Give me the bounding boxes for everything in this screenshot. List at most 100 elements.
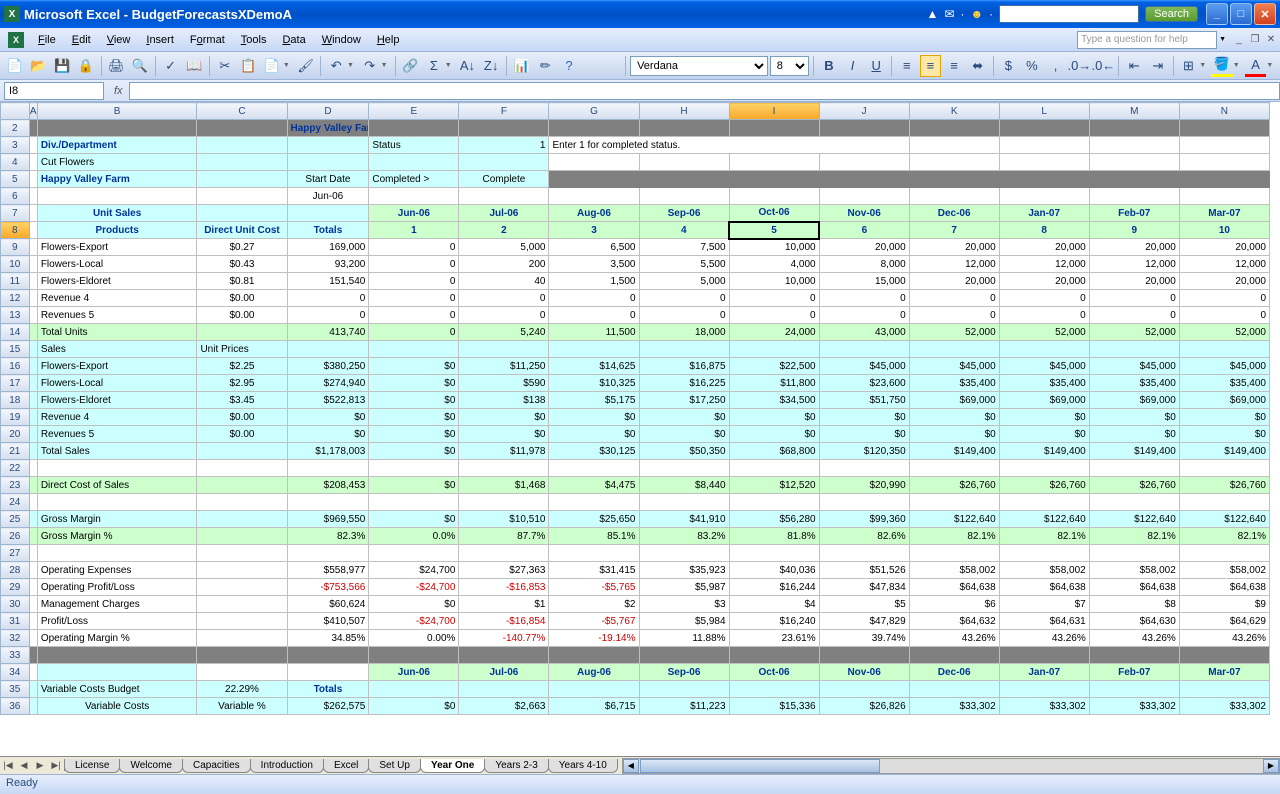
cell-E21[interactable]: $0 [369,443,459,460]
cell-I15[interactable] [729,341,819,358]
cell-E7[interactable]: Jun-06 [369,205,459,222]
help-dropdown-icon[interactable]: ▼ [1219,36,1226,43]
cell-D5[interactable]: Start Date [287,171,369,188]
cell-H17[interactable]: $16,225 [639,375,729,392]
cell-E9[interactable]: 0 [369,239,459,256]
open-icon[interactable]: 📂 [28,55,50,77]
cell-C30[interactable] [197,596,287,613]
cell-G13[interactable]: 0 [549,307,639,324]
menu-view[interactable]: View [99,31,139,49]
cell-H22[interactable] [639,460,729,477]
cell-I19[interactable]: $0 [729,409,819,426]
cell-J30[interactable]: $5 [819,596,909,613]
cell-D25[interactable]: $969,550 [287,511,369,528]
cell-F33[interactable] [459,647,549,664]
minimize-button[interactable]: _ [1206,3,1228,25]
row-header-2[interactable]: 2 [1,120,30,137]
cell-B2[interactable] [37,120,197,137]
cell-B29[interactable]: Operating Profit/Loss [37,579,197,596]
cell-K6[interactable] [909,188,999,205]
cell-C21[interactable] [197,443,287,460]
cell-C10[interactable]: $0.43 [197,256,287,273]
cell-H25[interactable]: $41,910 [639,511,729,528]
cell-M32[interactable]: 43.26% [1089,630,1179,647]
cell-K12[interactable]: 0 [909,290,999,307]
cell-D10[interactable]: 93,200 [287,256,369,273]
cell-J20[interactable]: $0 [819,426,909,443]
cell-F8[interactable]: 2 [459,222,549,239]
cell-F11[interactable]: 40 [459,273,549,290]
cell-L18[interactable]: $69,000 [999,392,1089,409]
cell-D2[interactable]: Happy Valley Farm [287,120,369,137]
cell-K29[interactable]: $64,638 [909,579,999,596]
cell-L10[interactable]: 12,000 [999,256,1089,273]
cell-N2[interactable] [1179,120,1269,137]
fill-color-icon[interactable]: 🪣 [1211,55,1233,77]
cell-D19[interactable]: $0 [287,409,369,426]
row-header-22[interactable]: 22 [1,460,30,477]
cell-E32[interactable]: 0.00% [369,630,459,647]
row-header-18[interactable]: 18 [1,392,30,409]
cell-I36[interactable]: $15,336 [729,698,819,715]
cell-N19[interactable]: $0 [1179,409,1269,426]
cell-J19[interactable]: $0 [819,409,909,426]
sheet-tab-capacities[interactable]: Capacities [182,759,251,773]
cell-F34[interactable]: Jul-06 [459,664,549,681]
cell-I29[interactable]: $16,244 [729,579,819,596]
cell-J27[interactable] [819,545,909,562]
cell-D3[interactable] [287,137,369,154]
cell-J25[interactable]: $99,360 [819,511,909,528]
cell-M22[interactable] [1089,460,1179,477]
cell-D36[interactable]: $262,575 [287,698,369,715]
cell-E3[interactable]: Status [369,137,459,154]
row-header-21[interactable]: 21 [1,443,30,460]
cell-M6[interactable] [1089,188,1179,205]
col-header-D[interactable]: D [287,103,369,120]
cell-G19[interactable]: $0 [549,409,639,426]
cell-K17[interactable]: $35,400 [909,375,999,392]
cell-A10[interactable] [29,256,37,273]
person-icon[interactable]: ▲ [927,7,939,21]
cell-K30[interactable]: $6 [909,596,999,613]
cell-F18[interactable]: $138 [459,392,549,409]
row-header-9[interactable]: 9 [1,239,30,256]
cell-K22[interactable] [909,460,999,477]
cell-M29[interactable]: $64,638 [1089,579,1179,596]
cell-K5[interactable] [909,171,999,188]
col-header-A[interactable]: A [29,103,37,120]
format-painter-icon[interactable]: 🖌 [295,55,317,77]
cell-A15[interactable] [29,341,37,358]
cell-H20[interactable]: $0 [639,426,729,443]
cell-M14[interactable]: 52,000 [1089,324,1179,341]
cell-C9[interactable]: $0.27 [197,239,287,256]
cell-N3[interactable] [1179,137,1269,154]
cell-B17[interactable]: Flowers-Local [37,375,197,392]
cell-H11[interactable]: 5,000 [639,273,729,290]
cell-L17[interactable]: $35,400 [999,375,1089,392]
row-header-25[interactable]: 25 [1,511,30,528]
cell-F35[interactable] [459,681,549,698]
cell-L28[interactable]: $58,002 [999,562,1089,579]
undo-icon[interactable]: ↶ [325,55,347,77]
cell-B34[interactable] [37,664,197,681]
hyperlink-icon[interactable]: 🔗 [399,55,421,77]
cell-A4[interactable] [29,154,37,171]
cell-L30[interactable]: $7 [999,596,1089,613]
cell-J16[interactable]: $45,000 [819,358,909,375]
cell-M20[interactable]: $0 [1089,426,1179,443]
borders-icon[interactable]: ⊞ [1178,55,1200,77]
align-center-icon[interactable]: ≡ [920,55,942,77]
cell-C29[interactable] [197,579,287,596]
menu-tools[interactable]: Tools [233,31,275,49]
cell-L15[interactable] [999,341,1089,358]
cell-I34[interactable]: Oct-06 [729,664,819,681]
cell-M27[interactable] [1089,545,1179,562]
cell-F21[interactable]: $11,978 [459,443,549,460]
cell-M17[interactable]: $35,400 [1089,375,1179,392]
cell-E17[interactable]: $0 [369,375,459,392]
cell-G12[interactable]: 0 [549,290,639,307]
cell-N22[interactable] [1179,460,1269,477]
cell-B18[interactable]: Flowers-Eldoret [37,392,197,409]
cell-H33[interactable] [639,647,729,664]
spell-icon[interactable]: ✓ [160,55,182,77]
